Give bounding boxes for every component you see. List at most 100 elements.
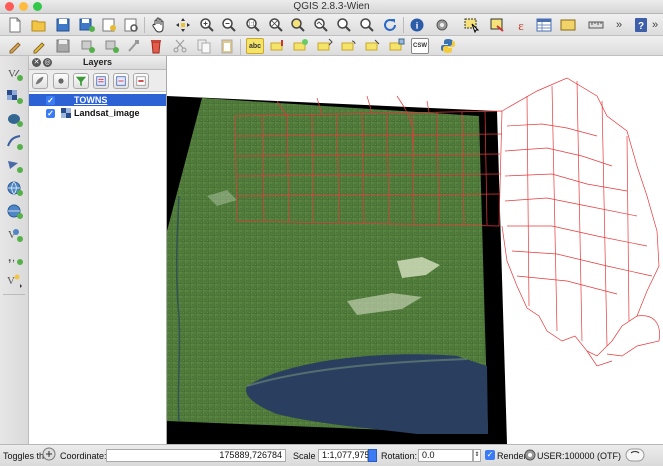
layers-panel-toolbar — [29, 70, 166, 92]
scale-dropdown-icon[interactable] — [368, 449, 377, 462]
pan-to-selection-icon[interactable] — [175, 17, 191, 33]
render-label: Render — [497, 451, 527, 461]
map-render — [167, 77, 660, 444]
expand-all-icon[interactable] — [93, 73, 109, 89]
move-feature-icon[interactable] — [104, 38, 120, 54]
select-feature-icon[interactable] — [464, 17, 480, 33]
label-rotate-icon[interactable] — [341, 38, 357, 54]
field-calculator-icon[interactable]: ε — [513, 17, 529, 33]
title-bar: QGIS 2.8.3-Wien — [0, 0, 663, 14]
layer-item-landsat[interactable]: ✓ Landsat_image — [29, 107, 166, 119]
layer-checkbox-landsat[interactable]: ✓ — [46, 108, 55, 118]
add-raster-layer-icon[interactable] — [5, 87, 24, 106]
collapse-all-icon[interactable] — [113, 73, 129, 89]
measure-icon[interactable] — [588, 17, 604, 33]
coordinate-label: Coordinate: — [60, 451, 107, 461]
coordinate-field[interactable]: 175889,726784 — [106, 449, 286, 462]
zoom-native-icon[interactable]: 1:1 — [245, 17, 261, 33]
zoom-in-icon[interactable] — [199, 17, 215, 33]
delete-selected-icon[interactable] — [148, 38, 164, 54]
node-tool-icon[interactable] — [126, 38, 142, 54]
add-vector-layer-icon[interactable]: V — [5, 64, 24, 83]
action-icon[interactable] — [434, 17, 450, 33]
label-pin-icon[interactable] — [270, 38, 286, 54]
new-shapefile-icon[interactable]: V — [5, 271, 24, 290]
rotation-stepper[interactable]: ⇕ — [473, 449, 481, 462]
save-project-icon[interactable] — [55, 17, 71, 33]
layer-item-towns[interactable]: ✓ TOWNS — [29, 94, 166, 106]
layer-visibility-icon[interactable] — [32, 73, 48, 89]
csw-icon[interactable]: CSW — [411, 38, 429, 54]
crs-status-icon[interactable] — [524, 449, 536, 463]
status-bar: Toggles the Coordinate: 175889,726784 Sc… — [0, 444, 663, 466]
add-wfs-layer-icon[interactable]: V — [5, 225, 24, 244]
remove-layer-icon[interactable] — [133, 73, 149, 89]
add-feature-icon[interactable] — [80, 38, 96, 54]
cut-features-icon[interactable] — [172, 38, 188, 54]
map-canvas[interactable] — [167, 56, 663, 444]
zoom-to-selection-icon[interactable] — [290, 17, 306, 33]
label-diagram-icon[interactable] — [389, 38, 405, 54]
save-layer-edits-icon[interactable] — [55, 38, 71, 54]
label-move-icon[interactable] — [317, 38, 333, 54]
add-wcs-layer-icon[interactable] — [5, 202, 24, 221]
svg-text:1:1: 1:1 — [248, 22, 255, 28]
label-change-icon[interactable] — [365, 38, 381, 54]
composer-manager-icon[interactable] — [123, 17, 139, 33]
zoom-out-icon[interactable] — [221, 17, 237, 33]
label-icon[interactable]: abc — [246, 38, 264, 54]
toggle-editing-icon[interactable] — [31, 38, 47, 54]
zoom-last-icon[interactable] — [336, 17, 352, 33]
editing-toolbar: abc CSW — [0, 36, 663, 56]
render-checkbox[interactable]: ✓ — [485, 450, 495, 460]
overflow-chevron-icon-2[interactable]: » — [650, 17, 660, 33]
layer-name: Landsat_image — [74, 108, 140, 118]
open-project-icon[interactable] — [31, 17, 47, 33]
new-print-composer-icon[interactable] — [101, 17, 117, 33]
copy-features-icon[interactable] — [196, 38, 212, 54]
raster-layer-icon — [61, 108, 71, 118]
filter-legend-icon[interactable] — [73, 73, 89, 89]
map-tips-icon[interactable] — [560, 17, 576, 33]
refresh-icon[interactable] — [382, 17, 398, 33]
zoom-full-icon[interactable] — [268, 17, 284, 33]
layers-panel: ✕ ◎ Layers ✓ TOWNS ✓ Landsat_image — [29, 56, 167, 444]
add-wms-layer-icon[interactable] — [5, 179, 24, 198]
svg-text:,: , — [8, 250, 11, 264]
paste-features-icon[interactable] — [219, 38, 235, 54]
add-mssql-layer-icon[interactable] — [5, 156, 24, 175]
crs-label[interactable]: USER:100000 (OTF) — [537, 451, 621, 461]
layer-add-toolbar: V V ,, V — [0, 56, 29, 444]
zoom-to-layer-icon[interactable] — [313, 17, 329, 33]
svg-text:V: V — [8, 68, 16, 80]
add-delimited-text-icon[interactable]: ,, — [5, 248, 24, 267]
layer-checkbox-towns[interactable]: ✓ — [46, 95, 55, 105]
window-title: QGIS 2.8.3-Wien — [293, 1, 370, 12]
add-spatialite-layer-icon[interactable] — [5, 133, 24, 152]
deselect-icon[interactable] — [489, 17, 505, 33]
messages-icon[interactable] — [625, 448, 645, 464]
identify-icon[interactable]: i — [409, 17, 425, 33]
help-icon[interactable]: ? — [633, 17, 649, 33]
scale-field[interactable]: 1:1,077,975 — [318, 449, 370, 462]
new-project-icon[interactable] — [7, 17, 23, 33]
save-as-icon[interactable] — [79, 17, 95, 33]
scale-label: Scale — [293, 451, 316, 461]
label-show-hide-icon[interactable] — [293, 38, 309, 54]
toggle-extents-icon[interactable] — [42, 447, 56, 463]
pan-hand-icon[interactable] — [151, 17, 167, 33]
current-edits-icon[interactable] — [7, 38, 23, 54]
overflow-chevron-icon[interactable]: » — [614, 17, 624, 33]
svg-text:V: V — [7, 275, 15, 287]
open-attribute-table-icon[interactable] — [536, 17, 552, 33]
filter-legend-by-map-icon[interactable] — [53, 73, 69, 89]
add-postgis-layer-icon[interactable] — [5, 110, 24, 129]
zoom-next-icon[interactable] — [359, 17, 375, 33]
rotation-label: Rotation: — [381, 451, 418, 461]
qgis-window: QGIS 2.8.3-Wien 1:1 i ε » ? » abc CSW V … — [0, 0, 663, 466]
svg-text:?: ? — [638, 21, 644, 32]
svg-text:,: , — [12, 252, 15, 264]
rotation-field[interactable]: 0.0 — [418, 449, 473, 462]
layers-panel-header: ✕ ◎ Layers — [29, 56, 166, 70]
python-console-icon[interactable] — [440, 38, 456, 54]
